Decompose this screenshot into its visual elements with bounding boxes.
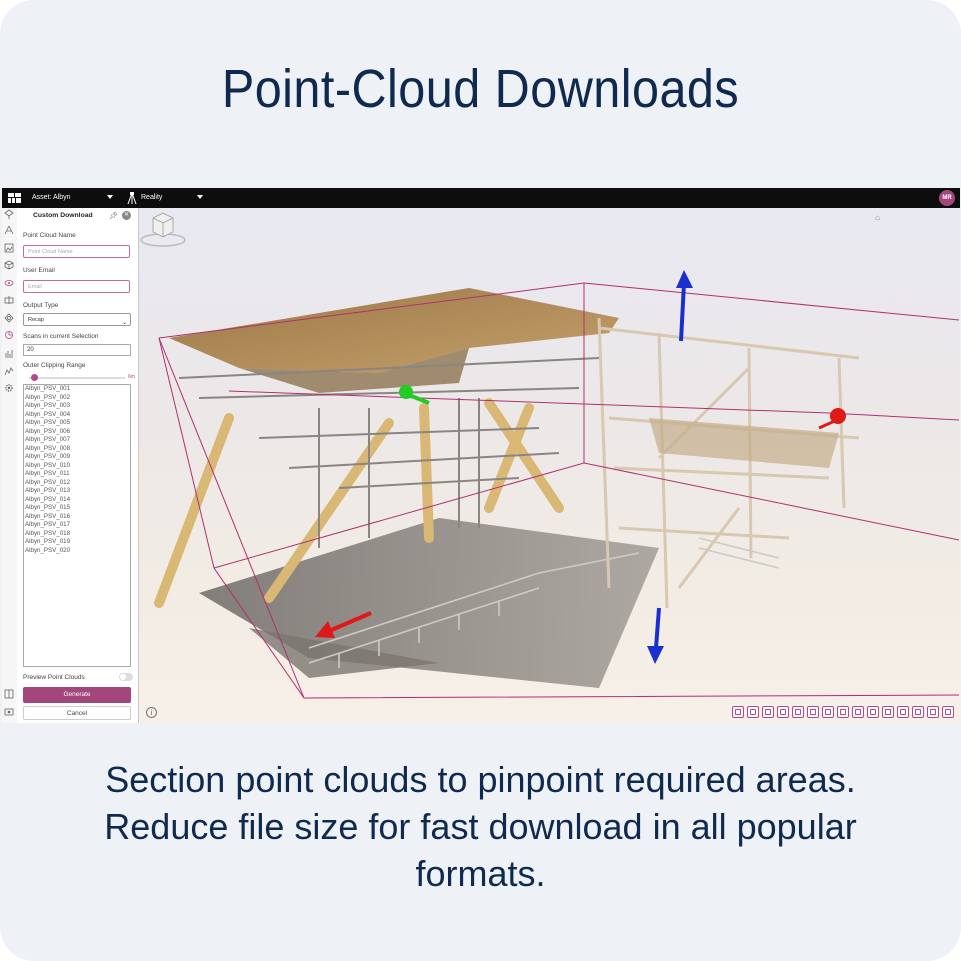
email-field[interactable]: Email [23, 280, 130, 293]
pencil-icon[interactable] [777, 706, 789, 718]
caption-line-3: formats. [415, 853, 546, 894]
scissors-icon[interactable] [822, 706, 834, 718]
list-item[interactable]: Albyn_PSV_012 [24, 479, 130, 488]
clipping-range-value: 6m [128, 374, 135, 380]
list-item[interactable]: Albyn_PSV_002 [24, 394, 130, 403]
scans-label: Scans in current Selection [23, 333, 99, 340]
avatar[interactable]: MR [939, 190, 955, 206]
crop-icon[interactable] [852, 706, 864, 718]
preview-toggle[interactable] [119, 673, 133, 681]
tag-icon[interactable] [792, 706, 804, 718]
chevron-down-icon: ⌄ [121, 320, 127, 326]
page-title: Point-Cloud Downloads [221, 59, 740, 119]
slider-handle[interactable] [31, 374, 38, 381]
panel-toggle-icon[interactable] [4, 689, 14, 699]
location-icon[interactable] [762, 706, 774, 718]
close-icon[interactable]: ✕ [122, 211, 131, 220]
chart-icon[interactable] [4, 348, 14, 358]
list-item[interactable]: Albyn_PSV_004 [24, 411, 130, 420]
caption-line-2: Reduce file size for fast download in al… [104, 806, 857, 847]
list-item[interactable]: Albyn_PSV_008 [24, 445, 130, 454]
scans-count-input[interactable]: 20 [23, 344, 131, 356]
cut-icon[interactable] [837, 706, 849, 718]
caption-line-1: Section point clouds to pinpoint require… [105, 759, 856, 800]
gear-icon[interactable] [4, 383, 14, 393]
reality-selector[interactable]: Reality [141, 194, 162, 201]
layers-icon[interactable] [4, 209, 14, 219]
list-item[interactable]: Albyn_PSV_003 [24, 402, 130, 411]
info-icon[interactable]: i [146, 707, 157, 718]
map-pin-icon[interactable] [747, 706, 759, 718]
settings-icon[interactable] [4, 313, 14, 323]
pin-icon[interactable] [732, 706, 744, 718]
home-icon[interactable]: ⌂ [875, 213, 880, 222]
list-item[interactable]: Albyn_PSV_007 [24, 436, 130, 445]
app-screenshot: Asset: Albyn Reality MR Custom Download … [2, 188, 960, 723]
list-item[interactable]: Albyn_PSV_018 [24, 530, 130, 539]
scan-list[interactable]: Albyn_PSV_001 Albyn_PSV_002 Albyn_PSV_003 A… [23, 384, 131, 667]
list-item[interactable]: Albyn_PSV_010 [24, 462, 130, 471]
gear-icon[interactable] [912, 706, 924, 718]
eye-icon[interactable] [4, 278, 14, 288]
list-item[interactable]: Albyn_PSV_009 [24, 453, 130, 462]
list-item[interactable]: Albyn_PSV_014 [24, 496, 130, 505]
chart-icon[interactable] [4, 366, 14, 376]
home-icon[interactable] [927, 706, 939, 718]
reality-chevron-down-icon[interactable] [197, 195, 203, 199]
box-icon[interactable] [942, 706, 954, 718]
point-cloud-viewport[interactable]: ⌂ i [139, 208, 960, 723]
list-item[interactable]: Albyn_PSV_006 [24, 428, 130, 437]
viewport-toolbar [732, 706, 957, 720]
chart-icon[interactable] [897, 706, 909, 718]
top-bar: Asset: Albyn Reality MR [2, 188, 960, 208]
eye-icon[interactable] [4, 707, 14, 717]
list-item[interactable]: Albyn_PSV_016 [24, 513, 130, 522]
asset-selector[interactable]: Asset: Albyn [32, 194, 71, 201]
list-item[interactable]: Albyn_PSV_005 [24, 419, 130, 428]
layers-icon[interactable] [867, 706, 879, 718]
list-item[interactable]: Albyn_PSV_019 [24, 538, 130, 547]
list-item[interactable]: Albyn_PSV_015 [24, 504, 130, 513]
pin-icon[interactable]: 📌︎ [109, 212, 118, 220]
feature-card: Point-Cloud Downloads Asset: Albyn Reali… [0, 0, 961, 961]
custom-download-panel: Custom Download 📌︎ ✕ Point Cloud Name Po… [17, 208, 139, 723]
output-type-select[interactable]: Recap ⌄ [23, 313, 131, 326]
tool-rail [2, 208, 18, 723]
clipping-range-slider[interactable] [29, 377, 125, 379]
cancel-button[interactable]: Cancel [23, 706, 131, 720]
cube-icon[interactable] [4, 260, 14, 270]
survey-tripod-icon [127, 192, 137, 204]
section-icon[interactable] [4, 295, 14, 305]
feature-caption: Section point clouds to pinpoint require… [30, 756, 931, 897]
generate-button[interactable]: Generate [23, 687, 131, 703]
chart-icon[interactable] [4, 330, 14, 340]
output-type-label: Output Type [23, 302, 59, 309]
list-item[interactable]: Albyn_PSV_011 [24, 470, 130, 479]
clipboard-icon[interactable] [807, 706, 819, 718]
output-type-value: Recap [28, 317, 44, 323]
preview-label: Preview Point Clouds [23, 674, 85, 681]
point-cloud-scene [154, 270, 960, 699]
right-platform [649, 418, 839, 468]
list-item[interactable]: Albyn_PSV_013 [24, 487, 130, 496]
image-icon[interactable] [4, 243, 14, 253]
list-item[interactable]: Albyn_PSV_017 [24, 521, 130, 530]
app-logo-icon [8, 193, 21, 203]
clipping-range-label: Outer Clipping Range [23, 362, 86, 369]
list-item[interactable]: Albyn_PSV_001 [24, 385, 130, 394]
asset-chevron-down-icon[interactable] [107, 195, 113, 199]
panel-title: Custom Download [33, 212, 93, 219]
point-cloud-name-label: Point Cloud Name [23, 232, 76, 239]
measure-icon[interactable] [4, 225, 14, 235]
view-cube-icon[interactable] [139, 208, 187, 248]
user-email-label: User Email [23, 267, 55, 274]
cursor-icon[interactable] [882, 706, 894, 718]
point-cloud-name-input[interactable]: Point Cloud Name [23, 245, 130, 258]
list-item[interactable]: Albyn_PSV_020 [24, 547, 130, 556]
